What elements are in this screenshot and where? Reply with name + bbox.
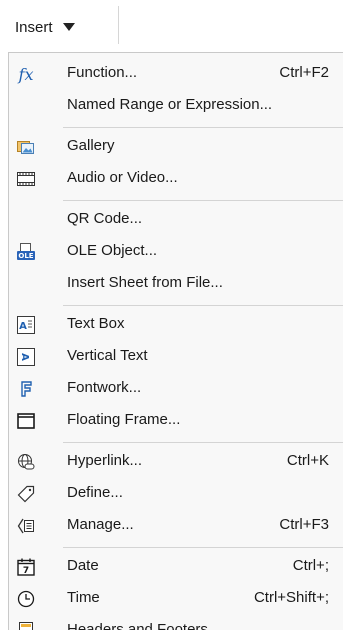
- menu-item-label: QR Code...: [67, 210, 143, 227]
- menu-separator: [63, 127, 343, 128]
- menubar-separator: [118, 6, 119, 44]
- menu-item-fontwork[interactable]: Fontwork...: [9, 373, 343, 405]
- menu-separator: [63, 200, 343, 201]
- clock-icon: [17, 590, 35, 608]
- menu-item-gallery[interactable]: Gallery: [9, 131, 343, 163]
- menu-item-label: Time: [67, 589, 100, 606]
- menu-item-define[interactable]: Define...: [9, 478, 343, 510]
- globe-link-icon: [17, 453, 35, 471]
- menu-item-audio-video[interactable]: Audio or Video...: [9, 163, 343, 195]
- calendar-icon: 7: [17, 558, 35, 576]
- menu-item-shortcut: Ctrl+F2: [279, 64, 329, 81]
- menu-item-label: Date: [67, 557, 99, 574]
- menu-item-date[interactable]: 7 Date Ctrl+;: [9, 551, 343, 583]
- menu-item-vertical-text[interactable]: A Vertical Text: [9, 341, 343, 373]
- menu-item-insert-sheet-from-file[interactable]: Insert Sheet from File...: [9, 268, 343, 300]
- film-icon: [17, 170, 35, 188]
- menu-item-time[interactable]: Time Ctrl+Shift+;: [9, 583, 343, 615]
- manage-icon: [17, 517, 35, 535]
- vertical-text-icon: A: [17, 348, 35, 366]
- menu-item-label: Insert Sheet from File...: [67, 274, 223, 291]
- tag-icon: [17, 485, 35, 503]
- menu-item-label: Named Range or Expression...: [67, 96, 273, 113]
- menu-item-qr-code[interactable]: QR Code...: [9, 204, 343, 236]
- menu-item-label: Manage...: [67, 516, 134, 533]
- menu-item-headers-footers[interactable]: Headers and Footers...: [9, 615, 343, 630]
- menu-separator: [63, 547, 343, 548]
- menu-item-label: Fontwork...: [67, 379, 142, 396]
- menu-item-ole-object[interactable]: OLE OLE Object...: [9, 236, 343, 268]
- fontwork-icon: [17, 380, 35, 398]
- svg-text:A: A: [19, 353, 30, 361]
- menu-separator: [63, 442, 343, 443]
- gallery-icon: [17, 138, 35, 156]
- menu-item-named-range[interactable]: Named Range or Expression...: [9, 90, 343, 122]
- svg-text:A: A: [19, 321, 27, 332]
- svg-text:7: 7: [23, 566, 29, 576]
- menu-item-hyperlink[interactable]: Hyperlink... Ctrl+K: [9, 446, 343, 478]
- ole-icon: OLE: [17, 243, 35, 261]
- menu-item-label: Hyperlink...: [67, 452, 143, 469]
- insert-menu: fx Function... Ctrl+F2 Named Range or Ex…: [8, 52, 343, 630]
- menu-item-label: Define...: [67, 484, 123, 501]
- menu-item-shortcut: Ctrl+;: [292, 557, 329, 574]
- dropdown-arrow-icon: [62, 23, 75, 31]
- menu-item-floating-frame[interactable]: Floating Frame...: [9, 405, 343, 437]
- menu-item-label: Headers and Footers...: [67, 621, 221, 630]
- menu-separator: [63, 305, 343, 306]
- menu-item-manage[interactable]: Manage... Ctrl+F3: [9, 510, 343, 542]
- menu-item-label: Floating Frame...: [67, 411, 181, 428]
- menu-item-label: Function...: [67, 64, 138, 81]
- menu-item-label: Audio or Video...: [67, 169, 178, 186]
- menu-item-label: OLE Object...: [67, 242, 158, 259]
- menubar: Insert: [0, 0, 343, 52]
- fx-icon: fx: [18, 64, 34, 84]
- menu-item-shortcut: Ctrl+Shift+;: [253, 589, 329, 606]
- frame-icon: [17, 412, 35, 430]
- menu-item-label: Vertical Text: [67, 347, 148, 364]
- insert-menu-button[interactable]: Insert: [11, 12, 79, 42]
- text-box-icon: A: [17, 316, 35, 334]
- menu-item-shortcut: Ctrl+F3: [279, 516, 329, 533]
- menu-item-function[interactable]: fx Function... Ctrl+F2: [9, 58, 343, 90]
- svg-text:OLE: OLE: [18, 252, 33, 260]
- menu-item-text-box[interactable]: A Text Box: [9, 309, 343, 341]
- header-footer-icon: [17, 622, 35, 630]
- menu-item-label: Gallery: [67, 137, 115, 154]
- insert-menu-label: Insert: [15, 18, 53, 36]
- menu-item-shortcut: Ctrl+K: [286, 452, 329, 469]
- menu-item-label: Text Box: [67, 315, 125, 332]
